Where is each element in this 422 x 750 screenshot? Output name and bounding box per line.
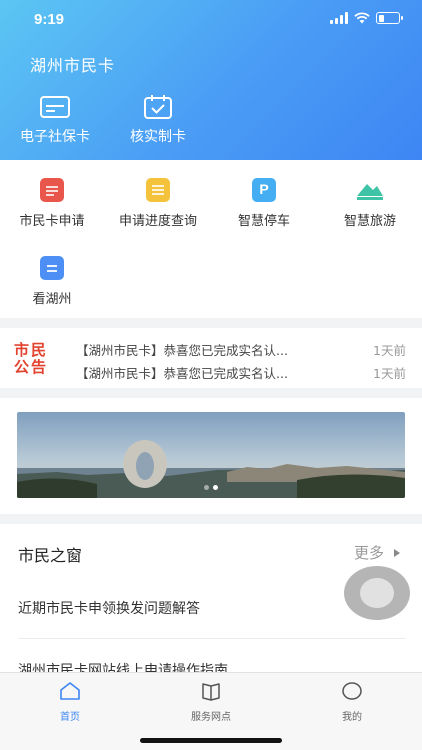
verify-card-label: 核实制卡 [130,129,186,145]
tab-home-label: 首页 [60,712,80,723]
view-huzhou-icon [40,256,64,280]
tab-service-points[interactable]: 服务网点 [161,681,261,724]
header: 9:19 湖州市民卡 电子社保卡 核实制卡 [0,0,422,160]
banner-dot-active[interactable] [213,485,218,490]
service-view-huzhou-label: 看湖州 [32,292,72,307]
service-view-huzhou[interactable]: 看湖州 [0,256,104,307]
announcement-bar[interactable]: 市民 公告 【湖州市民卡】恭喜您已完成实名认... 1天前 【湖州市民卡】恭喜您… [0,328,422,388]
service-card-apply-label: 市民卡申请 [19,214,85,229]
tab-service-points-label: 服务网点 [191,712,231,723]
assistive-touch-button[interactable] [344,566,410,620]
signal-icon [330,12,348,24]
service-smart-parking[interactable]: P 智慧停车 [212,178,316,229]
card-apply-icon [40,178,64,202]
service-smart-parking-label: 智慧停车 [237,214,290,229]
announcement-logo: 市民 公告 [14,342,56,376]
calendar-check-icon [144,95,172,119]
divider [18,638,406,639]
service-progress-query-label: 申请进度查询 [118,214,197,229]
announcement-item[interactable]: 【湖州市民卡】恭喜您已完成实名认... 1天前 [76,340,406,359]
service-card-apply[interactable]: 市民卡申请 [0,178,104,229]
battery-icon [376,12,403,24]
progress-query-icon [146,178,170,202]
app-title: 湖州市民卡 [30,56,116,75]
status-time: 9:19 [34,11,65,28]
e-social-security-card-label: 电子社保卡 [20,129,90,145]
home-icon [60,682,80,700]
banner-dots [17,485,405,490]
status-icons [330,12,403,24]
profile-circle-icon [342,682,362,700]
banner-dot[interactable] [204,485,209,490]
service-smart-tourism-label: 智慧旅游 [343,214,396,229]
e-social-security-card-button[interactable]: 电子社保卡 [0,94,110,146]
more-label: 更多 [353,544,384,562]
tab-profile[interactable]: 我的 [302,681,402,724]
card-icon [40,96,70,118]
service-smart-tourism[interactable]: 智慧旅游 [318,178,422,229]
announcement-text: 【湖州市民卡】恭喜您已完成实名认... [76,366,288,381]
banner-carousel[interactable] [17,412,405,498]
parking-icon: P [252,178,276,202]
announcement-time: 1天前 [373,366,406,381]
tab-profile-label: 我的 [342,712,362,723]
announcement-text: 【湖州市民卡】恭喜您已完成实名认... [76,343,288,358]
home-indicator [140,738,282,743]
announcement-logo-line2: 公告 [14,358,49,376]
tab-home[interactable]: 首页 [20,681,120,724]
mountain-icon [357,178,383,202]
chevron-right-icon [394,548,400,557]
status-bar: 9:19 [0,0,422,40]
announcement-time: 1天前 [373,343,406,358]
service-progress-query[interactable]: 申请进度查询 [106,178,210,229]
more-link[interactable]: 更多 [354,542,400,563]
section-title: 市民之窗 [18,546,83,565]
announcement-item[interactable]: 【湖州市民卡】恭喜您已完成实名认... 1天前 [76,363,406,382]
verify-card-button[interactable]: 核实制卡 [103,94,213,146]
announcement-logo-line1: 市民 [14,341,49,359]
assistive-touch-inner [360,578,394,608]
banner-section [0,398,422,514]
wifi-icon [354,12,370,24]
book-icon [202,683,220,701]
service-grid: 市民卡申请 申请进度查询 P 智慧停车 智慧旅游 看湖州 [0,160,422,318]
